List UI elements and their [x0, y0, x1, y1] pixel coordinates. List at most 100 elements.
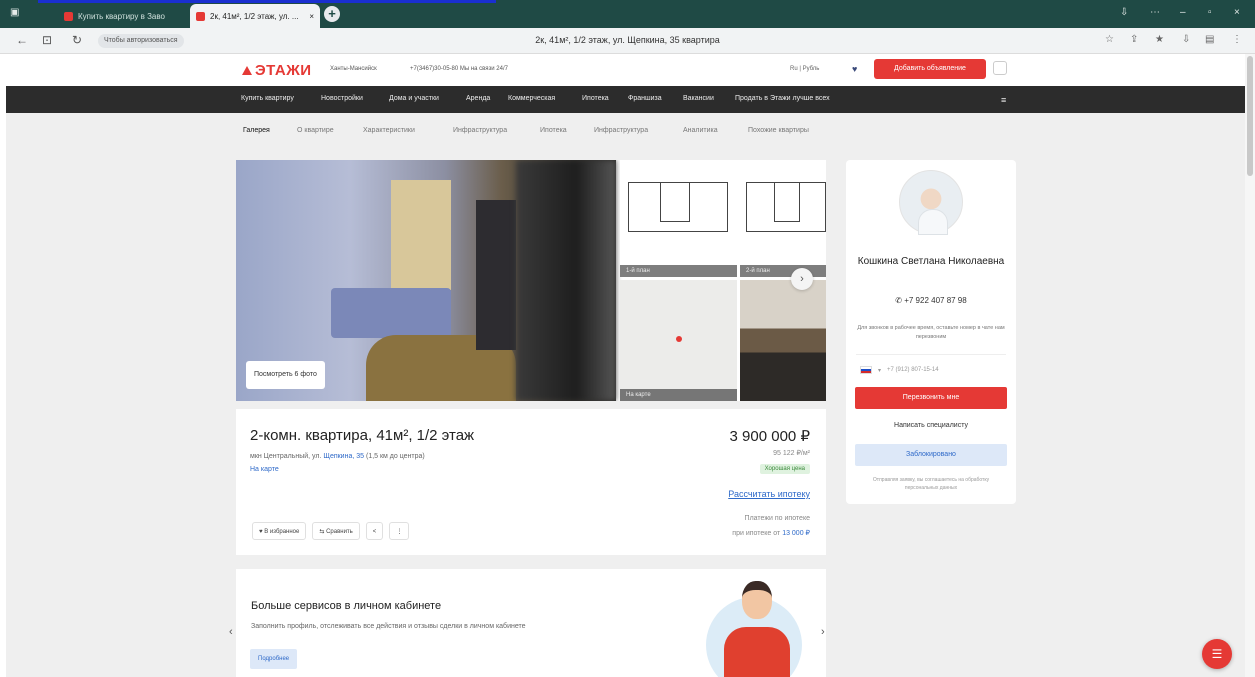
floorplan-thumb-1[interactable]: 1-й план: [620, 160, 737, 277]
promo-button[interactable]: Подробнее: [250, 649, 298, 669]
star-icon[interactable]: ★: [1155, 34, 1164, 45]
agent-name: Кошкина Светлана Николаевна: [857, 256, 1005, 267]
menu-item[interactable]: Вакансии: [683, 95, 714, 102]
subnav-item[interactable]: Ипотека: [540, 127, 567, 134]
maximize-icon[interactable]: ▫: [1208, 7, 1212, 18]
subnav-item[interactable]: Похожие квартиры: [748, 127, 809, 134]
promo-text: Заполнить профиль, отслеживать все дейст…: [251, 623, 526, 630]
language-selector[interactable]: Ru | Рубль: [790, 66, 819, 72]
menu-item[interactable]: Купить квартиру: [241, 95, 294, 102]
calc-mortgage-link[interactable]: Рассчитать ипотеку: [728, 489, 810, 499]
thumb-caption: 2-й план: [740, 265, 826, 277]
room-photo-thumb[interactable]: [740, 280, 826, 401]
user-icon[interactable]: [993, 61, 1007, 75]
divider: [856, 354, 1006, 355]
scrollbar-thumb[interactable]: [1247, 56, 1253, 176]
tab-search[interactable]: Купить квартиру в Заво: [58, 4, 171, 28]
logo-icon: [242, 66, 252, 75]
thumb-caption: На карте: [620, 389, 737, 401]
more-button[interactable]: ⋮: [389, 522, 410, 540]
address-bar: ← ⊡ ↻ Чтобы авторизоваться 2к, 41м², 1/2…: [0, 28, 1255, 54]
on-map-link[interactable]: На карте: [250, 466, 279, 473]
callback-button[interactable]: Перезвонить мне: [855, 387, 1007, 409]
floorplan-thumb-2[interactable]: 2-й план: [740, 160, 826, 277]
tab-listing[interactable]: 2к, 41м², 1/2 этаж, ул. ... ×: [190, 4, 320, 28]
site-logo[interactable]: ЭТАЖИ: [242, 62, 312, 79]
hamburger-icon[interactable]: ≡: [1001, 95, 1006, 105]
city-selector[interactable]: Ханты-Мансийск: [330, 66, 377, 72]
show-photos-button[interactable]: Посмотреть 6 фото: [246, 361, 325, 389]
address-prefix: мкн Центральный, ул.: [250, 453, 322, 460]
phone-icon: ✆: [895, 296, 902, 305]
menu-icon[interactable]: ⋮: [1232, 34, 1242, 45]
photo-blurred-area: [516, 160, 616, 401]
selection-strip: [38, 0, 496, 3]
carousel-prev-icon[interactable]: ‹: [229, 626, 233, 638]
photo-cabinet: [476, 200, 516, 350]
mortgage-amount[interactable]: 13 000 ₽: [782, 530, 810, 537]
mortgage-payment: при ипотеке от 13 000 ₽: [732, 530, 810, 537]
tab-label: Купить квартиру в Заво: [78, 11, 165, 21]
map-pin-icon: [676, 336, 682, 342]
chat-fab-button[interactable]: ☰: [1202, 639, 1232, 669]
menu-item[interactable]: Дома и участки: [389, 95, 439, 102]
add-listing-button[interactable]: Добавить объявление: [874, 59, 986, 79]
subnav-item[interactable]: Аналитика: [683, 127, 718, 134]
subnav-item[interactable]: Характеристики: [363, 127, 415, 134]
site-header: ЭТАЖИ Ханты-Мансийск +7(3467)30-05-80 Мы…: [0, 54, 1255, 86]
browser-menu-icon[interactable]: ▣: [10, 7, 19, 18]
map-thumb[interactable]: На карте: [620, 280, 737, 401]
bookmark-icon[interactable]: ☆: [1105, 34, 1114, 45]
download-icon[interactable]: ⇩: [1182, 34, 1190, 45]
address-suffix: (1,5 км до центра): [365, 453, 425, 460]
gallery-next-icon[interactable]: ›: [791, 268, 813, 290]
subnav-item[interactable]: Инфраструктура: [594, 127, 648, 134]
agent-card: Кошкина Светлана Николаевна ✆ +7 922 407…: [846, 160, 1016, 504]
floorplan-room: [774, 182, 800, 222]
chevron-down-icon[interactable]: ▾: [878, 367, 881, 374]
share-button[interactable]: <: [365, 522, 384, 540]
agent-phone[interactable]: ✆ +7 922 407 87 98: [846, 296, 1016, 305]
promo-card: Больше сервисов в личном кабинете Заполн…: [236, 569, 826, 677]
url-field[interactable]: 2к, 41м², 1/2 этаж, ул. Щепкина, 35 квар…: [0, 35, 1255, 45]
share-icon[interactable]: ⇪: [1130, 34, 1138, 45]
promo-title: Больше сервисов в личном кабинете: [251, 600, 442, 612]
subnav-item[interactable]: Галерея: [243, 127, 270, 134]
subnav-item[interactable]: О квартире: [297, 127, 334, 134]
photo-sofa: [331, 288, 451, 338]
favorites-icon[interactable]: ♥: [852, 64, 857, 74]
write-specialist-link[interactable]: Написать специалисту: [846, 422, 1016, 429]
new-tab-button[interactable]: +: [324, 6, 340, 22]
close-window-icon[interactable]: ×: [1234, 7, 1240, 18]
mortgage-line: Платежи по ипотеке: [744, 515, 810, 522]
chat-button[interactable]: Заблокировано: [855, 444, 1007, 466]
legal-text: Отправляя заявку, вы соглашаетесь на обр…: [872, 477, 990, 491]
listing-title: 2-комн. квартира, 41м², 1/2 этаж: [250, 427, 475, 444]
menu-item[interactable]: Продать в Этажи лучше всех: [735, 95, 830, 102]
favorite-button[interactable]: ♥ В избранное: [252, 522, 307, 540]
header-phone[interactable]: +7(3467)30-05-80 Мы на связи 24/7: [410, 66, 508, 72]
menu-item[interactable]: Ипотека: [582, 95, 609, 102]
menu-item[interactable]: Новостройки: [321, 95, 363, 102]
agent-note: Для звонков в рабочее время, оставьте но…: [857, 325, 1005, 340]
carousel-next-icon[interactable]: ›: [821, 626, 825, 638]
listing-address: мкн Центральный, ул. Щепкина, 35 (1,5 км…: [250, 453, 425, 460]
menu-item[interactable]: Аренда: [466, 95, 490, 102]
thumb-caption: 1-й план: [620, 265, 737, 277]
extensions-icon[interactable]: ⋯: [1150, 7, 1160, 18]
close-tab-icon[interactable]: ×: [309, 12, 314, 21]
main-menu: Купить квартиру Новостройки Дома и участ…: [6, 86, 1245, 113]
avatar: [899, 170, 963, 235]
callback-phone-input[interactable]: ▾ +7 (912) 807-15-14: [860, 362, 1002, 378]
compare-button[interactable]: ⇆ Сравнить: [312, 522, 360, 540]
listing-price: 3 900 000 ₽: [729, 428, 810, 445]
promo-illustration: [706, 579, 806, 677]
minimize-icon[interactable]: –: [1180, 7, 1186, 18]
address-link[interactable]: Щепкина, 35: [323, 453, 364, 460]
menu-item[interactable]: Франшиза: [628, 95, 662, 102]
sidebar-icon[interactable]: ▤: [1205, 34, 1214, 45]
downloads-icon[interactable]: ⇩: [1120, 7, 1128, 18]
menu-item[interactable]: Коммерческая: [508, 95, 555, 102]
scrollbar[interactable]: [1245, 54, 1255, 677]
subnav-item[interactable]: Инфраструктура: [453, 127, 507, 134]
